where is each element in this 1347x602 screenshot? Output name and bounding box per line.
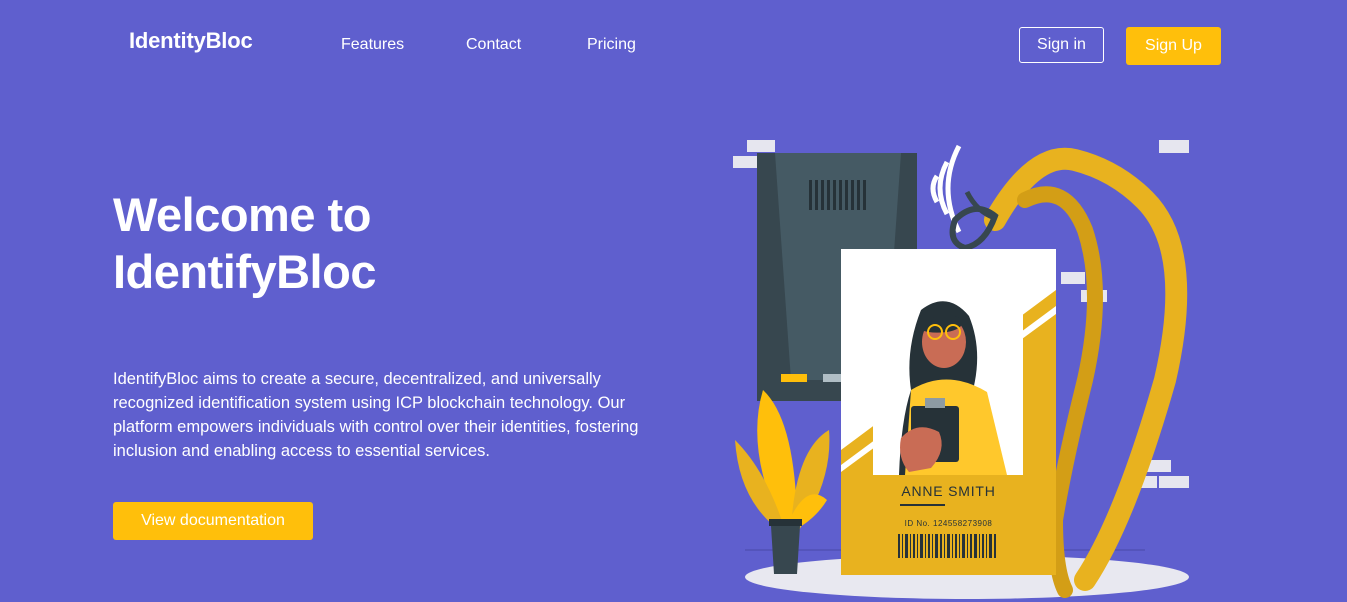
sign-in-button[interactable]: Sign in [1019, 27, 1104, 63]
hero-title: Welcome to IdentifyBloc [113, 186, 376, 300]
plant-decoration [735, 390, 830, 574]
nav-link-pricing[interactable]: Pricing [587, 36, 636, 54]
view-documentation-button[interactable]: View documentation [113, 502, 313, 540]
id-card-illustration [733, 140, 1189, 599]
nav-link-contact[interactable]: Contact [466, 36, 521, 54]
top-navigation: IdentityBloc Features Contact Pricing Si… [0, 0, 1347, 90]
nav-link-features[interactable]: Features [341, 36, 404, 54]
hero-title-line1: Welcome to [113, 188, 371, 241]
card-holder-name: ANNE SMITH [901, 483, 996, 499]
hero-title-line2: IdentifyBloc [113, 245, 376, 298]
card-id-number: ID No. 124558273908 [904, 519, 993, 528]
hero-description: IdentifyBloc aims to create a secure, de… [113, 370, 639, 460]
sign-up-button[interactable]: Sign Up [1126, 27, 1221, 65]
brand-logo[interactable]: IdentityBloc [129, 28, 253, 54]
